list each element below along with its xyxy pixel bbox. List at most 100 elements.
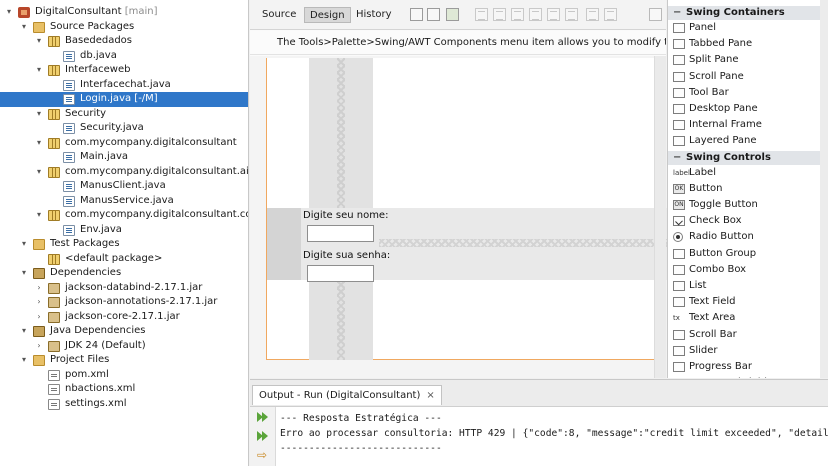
palette-item[interactable]: Tabbed Pane <box>668 36 828 52</box>
tree-item[interactable]: ManusService.java <box>0 194 248 209</box>
palette-item[interactable]: Scroll Bar <box>668 327 828 343</box>
expand-toggle-icon[interactable]: ▾ <box>34 165 44 180</box>
expand-toggle-icon[interactable]: ▾ <box>34 107 44 122</box>
name-label[interactable]: Digite seu nome: <box>303 210 388 221</box>
design-canvas[interactable]: Digite seu nome: Digite sua senha: <box>250 56 667 378</box>
expand-toggle-icon[interactable]: ▾ <box>19 353 29 368</box>
tree-item[interactable]: db.java <box>0 49 248 64</box>
tree-item[interactable]: pom.xml <box>0 368 248 383</box>
tree-item[interactable]: ▾ Dependencies <box>0 266 248 281</box>
tab-design[interactable]: Design <box>304 7 351 23</box>
tree-item[interactable]: nbactions.xml <box>0 382 248 397</box>
expand-toggle-icon[interactable]: ▾ <box>19 266 29 281</box>
palette-item[interactable]: Button Group <box>668 246 828 262</box>
tree-item[interactable]: ▾ com.mycompany.digitalconsultant.ai <box>0 165 248 180</box>
tree-item[interactable]: ▾ Basededados <box>0 34 248 49</box>
palette-item[interactable]: List <box>668 278 828 294</box>
palette-category-header[interactable]: Swing Containers <box>668 6 828 20</box>
tree-item[interactable]: ManusClient.java <box>0 179 248 194</box>
connection-mode-icon[interactable] <box>427 8 440 21</box>
tree-item[interactable]: ▾ com.mycompany.digitalconsultant <box>0 136 248 151</box>
tree-item[interactable]: › JDK 24 (Default) <box>0 339 248 354</box>
output-console[interactable]: --- Resposta Estratégica --- Erro ao proc… <box>280 411 828 456</box>
palette-item[interactable]: Split Pane <box>668 52 828 68</box>
resize-vertical-icon[interactable] <box>604 8 617 21</box>
collapse-toggle-icon[interactable]: › <box>34 281 44 296</box>
password-label[interactable]: Digite sua senha: <box>303 250 390 261</box>
tree-item[interactable]: Security.java <box>0 121 248 136</box>
maximize-icon[interactable] <box>649 8 662 21</box>
palette-item[interactable]: Scroll Pane <box>668 69 828 85</box>
project-tree[interactable]: ▾ DigitalConsultant [main] ▾ Source Package… <box>0 0 249 466</box>
tree-item[interactable]: ▾ Project Files <box>0 353 248 368</box>
tree-item[interactable]: ▾ Security <box>0 107 248 122</box>
palette-item[interactable]: tx Text Area <box>668 310 828 326</box>
tree-item[interactable]: ▾ Interfaceweb <box>0 63 248 78</box>
output-run-tab[interactable]: Output - Run (DigitalConsultant) × <box>252 385 442 405</box>
tree-item[interactable]: › jackson-annotations-2.17.1.jar <box>0 295 248 310</box>
tree-item-label: <default package> <box>65 252 162 267</box>
tree-item[interactable]: ▾ DigitalConsultant [main] <box>0 5 248 20</box>
palette-item[interactable]: Text Field <box>668 294 828 310</box>
palette-item[interactable]: label Label <box>668 165 828 181</box>
palette-item[interactable]: Formatted Field <box>668 375 828 378</box>
tree-item[interactable]: ▾ com.mycompany.digitalconsultant.config <box>0 208 248 223</box>
palette-item[interactable]: OK Button <box>668 181 828 197</box>
palette-item[interactable]: Combo Box <box>668 262 828 278</box>
tab-history[interactable]: History <box>351 7 397 23</box>
align-center-icon[interactable] <box>511 8 524 21</box>
expand-toggle-icon[interactable]: ▾ <box>34 63 44 78</box>
align-left-icon[interactable] <box>475 8 488 21</box>
tab-source[interactable]: Source <box>257 7 301 23</box>
redirect-arrow-icon[interactable] <box>257 448 269 463</box>
palette-item[interactable]: Tool Bar <box>668 85 828 101</box>
palette-item[interactable]: Progress Bar <box>668 359 828 375</box>
palette-category-header[interactable]: Swing Controls <box>668 150 828 165</box>
tree-item[interactable]: settings.xml <box>0 397 248 412</box>
collapse-toggle-icon[interactable]: › <box>34 339 44 354</box>
jframe-form[interactable]: Digite seu nome: Digite sua senha: <box>266 58 667 360</box>
palette-item[interactable]: Internal Frame <box>668 117 828 133</box>
palette-item[interactable]: Layered Pane <box>668 133 828 149</box>
palette-item[interactable]: Check Box <box>668 213 828 229</box>
tree-item[interactable]: Login.java [-/M] <box>0 92 248 107</box>
close-icon[interactable]: × <box>426 390 434 401</box>
palette-item[interactable]: Desktop Pane <box>668 101 828 117</box>
expand-toggle-icon[interactable]: ▾ <box>19 20 29 35</box>
tree-item[interactable]: ▾ Test Packages <box>0 237 248 252</box>
tree-item-label: Dependencies <box>50 266 121 281</box>
tree-item[interactable]: › jackson-databind-2.17.1.jar <box>0 281 248 296</box>
expand-toggle-icon[interactable]: ▾ <box>4 5 14 20</box>
selection-mode-icon[interactable] <box>410 8 423 21</box>
editor-scrollbar[interactable] <box>654 56 666 378</box>
align-middle-icon[interactable] <box>565 8 578 21</box>
palette-item[interactable]: Radio Button <box>668 229 828 245</box>
rerun-icon[interactable] <box>257 411 269 423</box>
tree-item[interactable]: › jackson-core-2.17.1.jar <box>0 310 248 325</box>
expand-toggle-icon[interactable]: ▾ <box>19 324 29 339</box>
palette-scrollbar[interactable] <box>820 0 828 378</box>
tree-item[interactable]: Env.java <box>0 223 248 238</box>
tree-item[interactable]: ▾ Source Packages <box>0 20 248 35</box>
preview-design-icon[interactable] <box>446 8 459 21</box>
align-bottom-icon[interactable] <box>547 8 560 21</box>
resize-horizontal-icon[interactable] <box>586 8 599 21</box>
tree-item[interactable]: ▾ Java Dependencies <box>0 324 248 339</box>
tree-item[interactable]: <default package> <box>0 252 248 267</box>
password-field[interactable] <box>307 265 374 282</box>
palette-item[interactable]: Panel <box>668 20 828 36</box>
align-top-icon[interactable] <box>529 8 542 21</box>
expand-toggle-icon[interactable]: ▾ <box>34 208 44 223</box>
tree-item[interactable]: Main.java <box>0 150 248 165</box>
align-right-icon[interactable] <box>493 8 506 21</box>
expand-toggle-icon[interactable]: ▾ <box>34 34 44 49</box>
palette-item[interactable]: ON Toggle Button <box>668 197 828 213</box>
collapse-toggle-icon[interactable]: › <box>34 295 44 310</box>
palette-item[interactable]: Slider <box>668 343 828 359</box>
expand-toggle-icon[interactable]: ▾ <box>19 237 29 252</box>
collapse-toggle-icon[interactable]: › <box>34 310 44 325</box>
tree-item[interactable]: Interfacechat.java <box>0 78 248 93</box>
name-text-field[interactable] <box>307 225 374 242</box>
rerun-with-options-icon[interactable] <box>257 430 269 442</box>
expand-toggle-icon[interactable]: ▾ <box>34 136 44 151</box>
